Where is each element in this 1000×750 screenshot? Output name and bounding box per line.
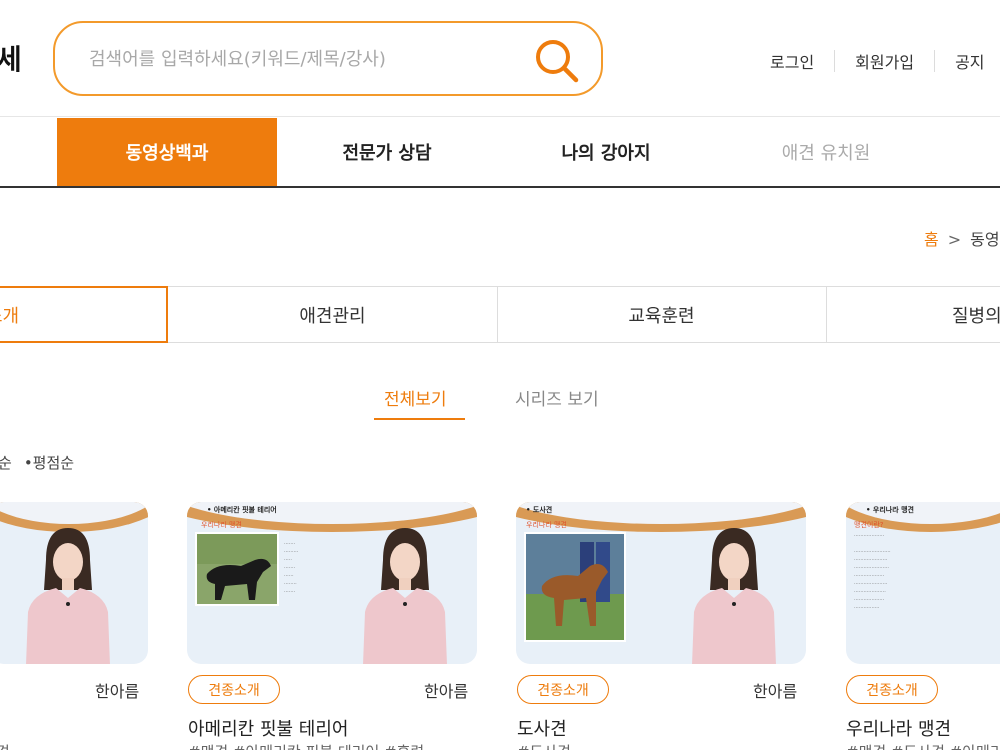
search-input[interactable]: [89, 43, 529, 75]
gnb-underline: [0, 186, 1000, 188]
category-badge[interactable]: 견종소개: [846, 675, 938, 704]
sort-options: 순 •평점순: [0, 452, 86, 473]
breadcrumb-separator: >: [947, 230, 962, 249]
signup-link[interactable]: 회원가입: [835, 49, 934, 73]
teacher-name: 한아름: [753, 682, 798, 701]
card-tags: #맹견 #도사견 #아메리: [846, 741, 1000, 750]
search-box: [53, 21, 603, 96]
slide-details: ········································…: [284, 541, 299, 595]
dog-photo: [524, 532, 626, 642]
slide-subtitle: 우리나라 맹견: [526, 521, 567, 529]
gnb-expert-consult[interactable]: 전문가 상담: [277, 118, 497, 186]
tab-view-all[interactable]: 전체보기: [384, 385, 447, 410]
active-tab-indicator: [374, 418, 465, 420]
presenter-image: [26, 528, 110, 664]
card-tags: 견: [0, 741, 10, 750]
tab-view-series[interactable]: 시리즈 보기: [515, 385, 599, 410]
video-thumbnail[interactable]: • 도사견 우리나라 맹견: [516, 502, 806, 664]
notice-link[interactable]: 공지: [935, 49, 1000, 73]
breadcrumb: 홈 > 동영: [924, 226, 1000, 250]
sort-rating[interactable]: •평점순: [24, 454, 74, 472]
breadcrumb-home[interactable]: 홈: [924, 230, 939, 249]
video-thumbnail[interactable]: • 아메리칸 핏불 테리어 우리나라 맹견 ······· ········· ··…: [187, 502, 477, 664]
teacher-name: 한아름: [95, 682, 140, 701]
slide-subtitle: 우리나라 맹견: [201, 521, 242, 529]
video-thumbnail[interactable]: • 우리나라 맹견 맹견이란? ··················· ·····…: [846, 502, 1000, 664]
header-divider: [0, 116, 1000, 117]
card-title[interactable]: 아메리칸 핏불 테리어: [188, 715, 348, 741]
card-tags: #도사견: [517, 741, 571, 750]
slide-subtitle: 맹견이란?: [854, 521, 884, 529]
slide-title: • 도사견: [526, 506, 553, 514]
slide-title: • 우리나라 맹견: [866, 506, 914, 514]
gnb-dog-kindergarten[interactable]: 애견 유치원: [716, 118, 936, 186]
card-tags: #맹견 #아메리칸 핏불 테리어 #훈련: [188, 741, 424, 750]
slide-details: ········································…: [854, 533, 891, 611]
login-link[interactable]: 로그인: [770, 49, 834, 73]
presenter-image: [692, 528, 776, 664]
teacher-name: 한아름: [424, 682, 469, 701]
video-thumbnail[interactable]: [0, 502, 148, 664]
gnb-my-dog[interactable]: 나의 강아지: [496, 118, 716, 186]
search-icon[interactable]: [531, 35, 581, 85]
tab-dog-care[interactable]: 애견관리: [168, 287, 497, 342]
gnb-video-encyclopedia[interactable]: 동영상백과: [57, 118, 277, 186]
tab-breed-intro[interactable]: 소개: [0, 286, 168, 343]
presenter-image: [363, 528, 447, 664]
card-title[interactable]: 도사견: [517, 715, 567, 741]
sort-latest[interactable]: 순: [0, 454, 12, 472]
tab-disease[interactable]: 질병의: [826, 287, 1000, 342]
category-badge[interactable]: 견종소개: [517, 675, 609, 704]
tab-training[interactable]: 교육훈련: [497, 287, 826, 342]
site-logo[interactable]: 세: [0, 38, 22, 78]
category-badge[interactable]: 견종소개: [188, 675, 280, 704]
breadcrumb-current[interactable]: 동영: [970, 230, 999, 249]
slide-title: • 아메리칸 핏불 테리어: [207, 506, 277, 514]
dog-photo: [195, 532, 279, 606]
utility-nav: 로그인 회원가입 공지: [770, 50, 1000, 72]
card-title[interactable]: 우리나라 맹견: [846, 715, 951, 741]
